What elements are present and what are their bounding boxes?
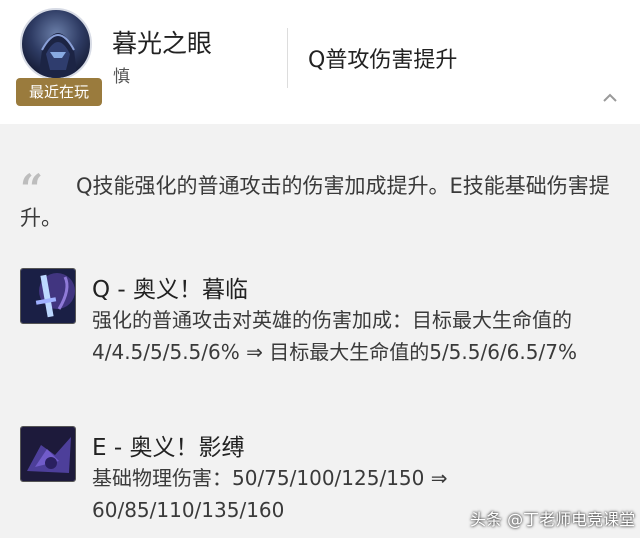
shadow-dash-skill-icon [20,426,76,482]
hero-name: 暮光之眼 [112,29,213,58]
chevron-up-icon[interactable] [598,88,622,108]
hero-role: 慎 [113,67,130,87]
recent-played-badge: 最近在玩 [16,78,102,106]
skill-e-name: E - 奥义！影缚 [92,435,245,461]
skill-q-name: Q - 奥义！暮临 [92,277,249,303]
patch-change-title: Q普攻伤害提升 [308,48,458,73]
header-divider [287,28,288,88]
hero-avatar-group[interactable]: 最近在玩 [16,8,102,106]
hero-header: 最近在玩 暮光之眼 慎 Q普攻伤害提升 [0,0,640,124]
twilight-assault-skill-icon [20,268,76,324]
skill-q-description: 强化的普通攻击对英雄的伤害加成：目标最大生命值的4/4.5/5/5.5/6% ⇒… [92,308,577,364]
change-summary: Q技能强化的普通攻击的伤害加成提升。E技能基础伤害提升。 [20,174,610,230]
watermark: 头条 @丁老师电竞课堂 [470,510,636,529]
hero-avatar[interactable] [20,8,92,80]
